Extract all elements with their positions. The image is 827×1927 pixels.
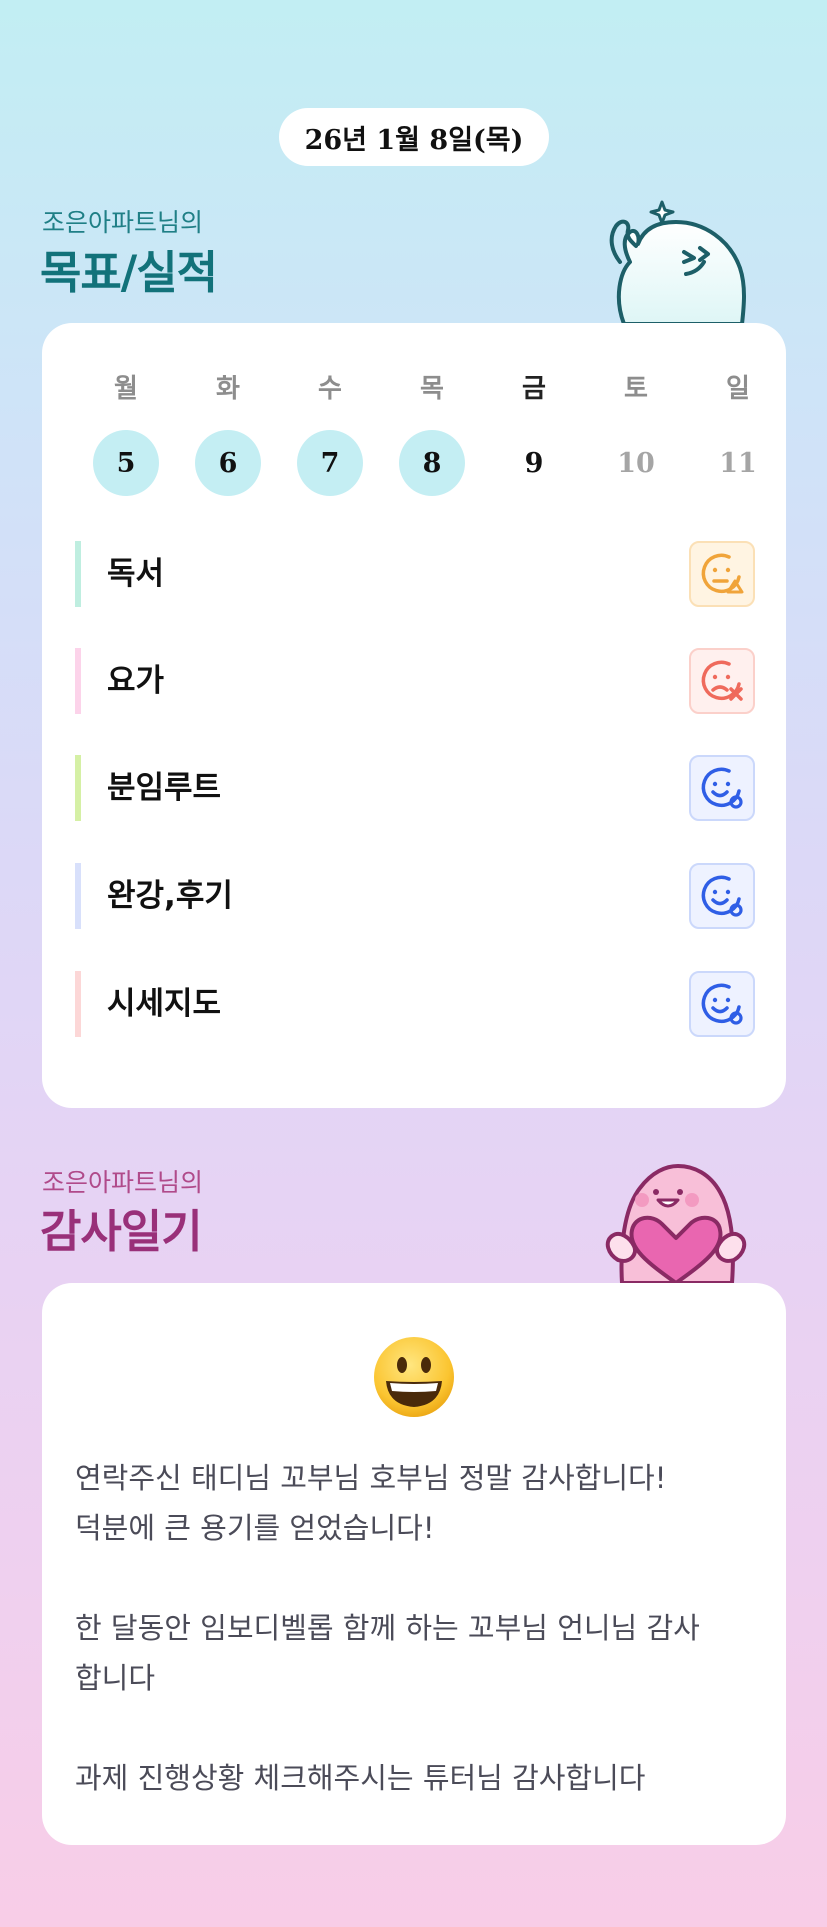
goal-status-badge[interactable] <box>689 863 755 929</box>
goal-row[interactable]: 시세지도 <box>75 971 755 1037</box>
goal-color-bar <box>75 755 81 821</box>
fail-face-icon <box>701 660 743 701</box>
gratitude-card: 연락주신 태디님 꼬부님 호부님 정말 감사합니다! 덕분에 큰 용기를 얻었습… <box>42 1283 786 1845</box>
goal-name: 분임루트 <box>107 770 222 806</box>
weekday-sun: 일 <box>726 373 750 404</box>
gratitude-line: 합니다 <box>75 1661 156 1695</box>
mint-character-icon <box>609 200 746 324</box>
date-cell-8[interactable]: 8 <box>399 430 465 496</box>
weekday-wed: 수 <box>318 373 342 404</box>
thanks-subtitle: 조은아파트님의 <box>42 1168 204 1197</box>
date-cell-6[interactable]: 6 <box>195 430 261 496</box>
date-label: 26년 1월 8일(목) <box>304 124 524 156</box>
goal-status-badge[interactable] <box>689 755 755 821</box>
gratitude-line: 연락주신 태디님 꼬부님 호부님 정말 감사합니다! <box>75 1461 667 1495</box>
goal-status-badge[interactable] <box>689 971 755 1037</box>
weekday-tue: 화 <box>216 373 240 404</box>
weekday-mon: 월 <box>114 373 138 404</box>
weekday-fri: 금 <box>522 373 546 404</box>
goals-card: 월 화 수 목 금 토 일 5 6 7 8 9 10 11 독서 요가 분임루트… <box>42 323 786 1108</box>
gratitude-line: 한 달동안 임보디벨롭 함께 하는 꼬부님 언니님 감사 <box>75 1611 700 1645</box>
success-face-icon <box>701 983 743 1025</box>
weekday-thu: 목 <box>420 373 444 404</box>
goal-color-bar <box>75 541 81 607</box>
gratitude-line: 덕분에 큰 용기를 얻었습니다! <box>75 1511 435 1545</box>
goals-subtitle: 조은아파트님의 <box>42 208 204 237</box>
date-row: 5 6 7 8 9 10 11 <box>75 430 789 496</box>
goal-row[interactable]: 분임루트 <box>75 755 755 821</box>
date-pill: 26년 1월 8일(목) <box>279 108 549 166</box>
date-cell-10[interactable]: 10 <box>603 430 669 496</box>
partial-face-icon <box>701 553 744 594</box>
date-cell-7[interactable]: 7 <box>297 430 363 496</box>
thanks-title: 감사일기 <box>40 1205 203 1258</box>
goals-title: 목표/실적 <box>40 246 218 299</box>
grinning-face-emoji-icon <box>374 1337 454 1417</box>
success-face-icon <box>701 767 743 809</box>
goal-row[interactable]: 독서 <box>75 541 755 607</box>
pink-character-heart-icon <box>605 1164 747 1283</box>
gratitude-line <box>75 1703 765 1753</box>
goal-color-bar <box>75 971 81 1037</box>
weekday-row: 월 화 수 목 금 토 일 <box>75 366 789 406</box>
gratitude-line <box>75 1553 765 1603</box>
goal-name: 요가 <box>107 663 165 699</box>
goal-name: 독서 <box>107 556 165 592</box>
goal-status-badge[interactable] <box>689 648 755 714</box>
goal-name: 완강,후기 <box>107 878 233 914</box>
goal-row[interactable]: 요가 <box>75 648 755 714</box>
date-cell-5[interactable]: 5 <box>93 430 159 496</box>
goal-status-badge[interactable] <box>689 541 755 607</box>
success-face-icon <box>701 875 743 917</box>
date-cell-9[interactable]: 9 <box>501 430 567 496</box>
goal-row[interactable]: 완강,후기 <box>75 863 755 929</box>
goal-color-bar <box>75 648 81 714</box>
weekday-sat: 토 <box>624 373 648 404</box>
date-cell-11[interactable]: 11 <box>705 430 771 496</box>
goal-color-bar <box>75 863 81 929</box>
gratitude-text: 연락주신 태디님 꼬부님 호부님 정말 감사합니다! 덕분에 큰 용기를 얻었습… <box>75 1453 765 1803</box>
gratitude-line: 과제 진행상황 체크해주시는 튜터님 감사합니다 <box>75 1761 646 1795</box>
goal-name: 시세지도 <box>107 986 222 1022</box>
